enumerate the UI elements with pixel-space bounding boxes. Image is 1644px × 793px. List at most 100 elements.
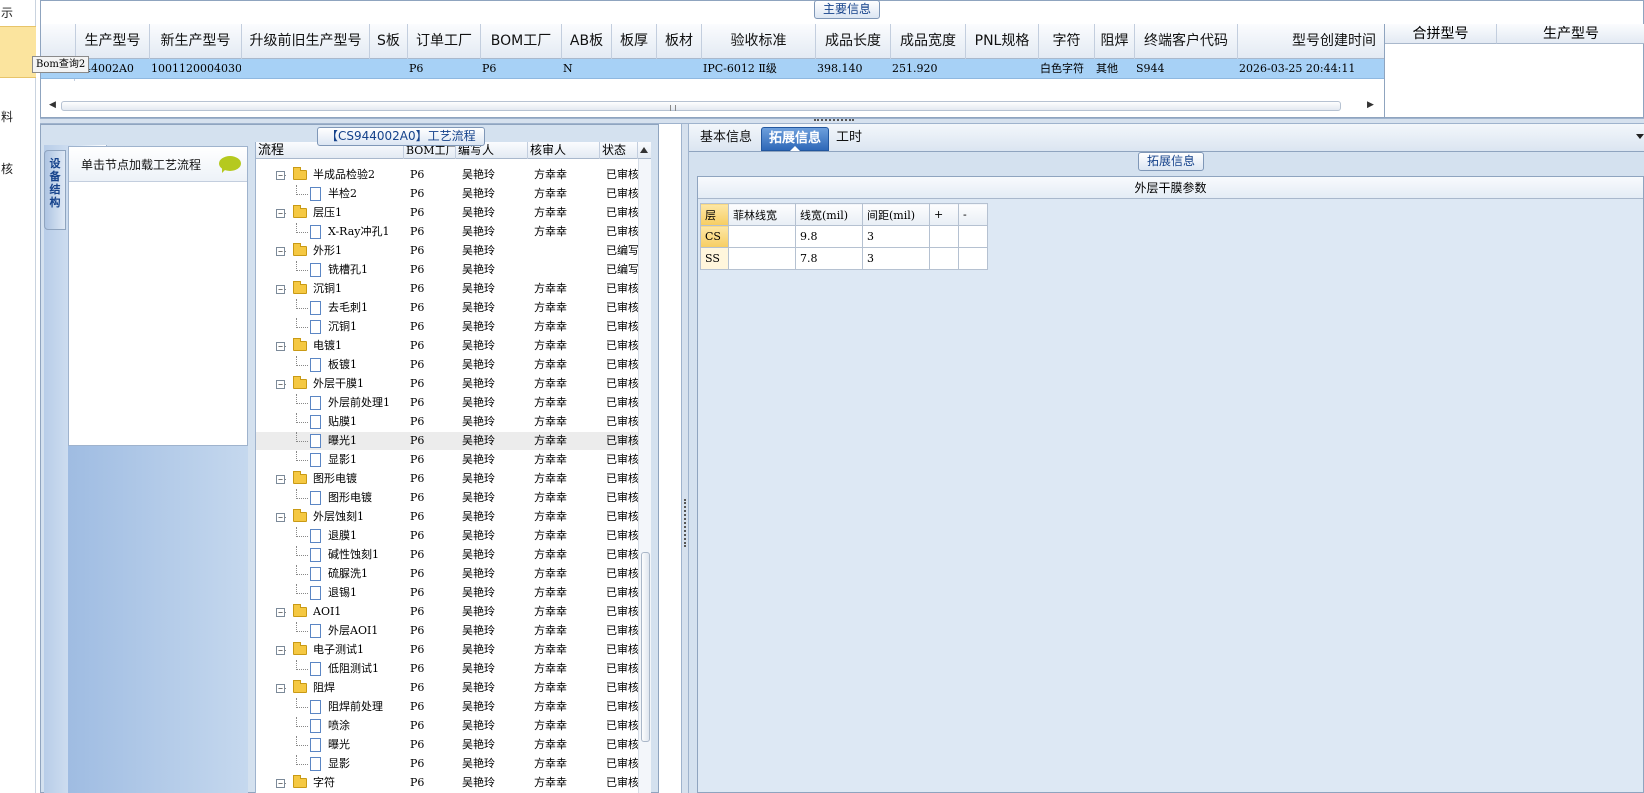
tree-folder-row[interactable]: − AOI1 P6 吴艳玲 方幸幸 已审核 [256, 603, 638, 621]
main-grid-row[interactable]: 944002A0 10011200040301 P6 P6 N IPC-6012… [41, 59, 1384, 79]
param-cell[interactable] [929, 225, 959, 248]
collapse-toggle-icon[interactable]: − [276, 513, 285, 522]
tree-col-header[interactable]: 状态 [600, 142, 638, 159]
param-cell[interactable] [728, 225, 796, 248]
param-col-header[interactable]: 层 [700, 203, 729, 226]
tree-step-row[interactable]: 退膜1 P6 吴艳玲 方幸幸 已审核 [256, 527, 638, 545]
collapse-toggle-icon[interactable]: − [276, 247, 285, 256]
tree-step-row[interactable]: 碱性蚀刻1 P6 吴艳玲 方幸幸 已审核 [256, 546, 638, 564]
col-header[interactable]: 字符 [1038, 24, 1094, 59]
scroll-thumb[interactable] [641, 552, 650, 742]
param-col-header[interactable]: 线宽(mil) [795, 203, 863, 226]
tree-step-row[interactable]: 外层前处理1 P6 吴艳玲 方幸幸 已审核 [256, 394, 638, 412]
tree-step-row[interactable]: 图形电镀 P6 吴艳玲 方幸幸 已审核 [256, 489, 638, 507]
tree-step-row[interactable]: 曝光 P6 吴艳玲 方幸幸 已审核 [256, 736, 638, 754]
nav-item-3[interactable]: 核 [0, 160, 36, 177]
tab-menu-icon[interactable] [1636, 134, 1644, 139]
collapse-toggle-icon[interactable]: − [276, 608, 285, 617]
col-header[interactable]: 验收标准 [701, 24, 815, 59]
col-header[interactable]: 订单工厂 [407, 24, 480, 59]
tree-step-row[interactable]: 曝光1 P6 吴艳玲 方幸幸 已审核 [256, 432, 638, 450]
tree-step-row[interactable]: 半检2 P6 吴艳玲 方幸幸 已审核 [256, 185, 638, 203]
param-cell[interactable] [728, 247, 796, 270]
col-header[interactable]: 成品长度 [815, 24, 890, 59]
tree-step-row[interactable]: 板镀1 P6 吴艳玲 方幸幸 已审核 [256, 356, 638, 374]
tree-step-row[interactable]: 显影 P6 吴艳玲 方幸幸 已审核 [256, 755, 638, 773]
nav-item-selected[interactable] [0, 26, 36, 78]
param-cell[interactable] [958, 247, 988, 270]
tree-folder-row[interactable]: − 图形电镀 P6 吴艳玲 方幸幸 已审核 [256, 470, 638, 488]
sort-up-icon[interactable] [640, 147, 648, 153]
merge-col-header[interactable]: 生产型号 [1497, 24, 1644, 44]
collapse-toggle-icon[interactable]: − [276, 285, 285, 294]
col-header[interactable]: 板材 [656, 24, 701, 59]
main-grid-hscrollbar[interactable]: ◀ ▶ [45, 99, 1380, 112]
tree-step-row[interactable]: 退锡1 P6 吴艳玲 方幸幸 已审核 [256, 584, 638, 602]
tree-vscrollbar[interactable] [638, 159, 651, 793]
tab-basic-info[interactable]: 基本信息 [693, 127, 759, 151]
tab-work-hours[interactable]: 工时 [829, 127, 869, 151]
tree-step-row[interactable]: 显影1 P6 吴艳玲 方幸幸 已审核 [256, 451, 638, 469]
param-cell[interactable]: 3 [862, 247, 930, 270]
param-cell[interactable]: 9.8 [795, 225, 863, 248]
tree-folder-row[interactable]: − 层压1 P6 吴艳玲 方幸幸 已审核 [256, 204, 638, 222]
collapse-toggle-icon[interactable]: − [276, 684, 285, 693]
col-header[interactable]: 新生产型号 [149, 24, 241, 59]
param-cell[interactable]: 3 [862, 225, 930, 248]
tree-step-row[interactable]: 阻焊前处理 P6 吴艳玲 方幸幸 已审核 [256, 698, 638, 716]
col-header[interactable]: PNL规格 [965, 24, 1038, 59]
tree-folder-row[interactable]: − 电子测试1 P6 吴艳玲 方幸幸 已审核 [256, 641, 638, 659]
add-row-button[interactable]: + [929, 203, 959, 226]
scroll-thumb[interactable] [61, 101, 1341, 111]
scroll-left-icon[interactable]: ◀ [49, 99, 56, 112]
vertical-splitter[interactable] [681, 124, 689, 793]
param-col-header[interactable]: 菲林线宽 [728, 203, 796, 226]
tree-step-row[interactable]: 沉铜1 P6 吴艳玲 方幸幸 已审核 [256, 318, 638, 336]
col-header[interactable]: S板 [369, 24, 407, 59]
tree-step-row[interactable]: 低阻测试1 P6 吴艳玲 方幸幸 已审核 [256, 660, 638, 678]
tree-step-row[interactable]: 贴膜1 P6 吴艳玲 方幸幸 已审核 [256, 413, 638, 431]
collapse-toggle-icon[interactable]: − [276, 646, 285, 655]
nav-item-1[interactable]: 示 [0, 4, 36, 21]
param-cell[interactable] [929, 247, 959, 270]
tree-step-row[interactable]: X-Ray冲孔1 P6 吴艳玲 方幸幸 已审核 [256, 223, 638, 241]
tree-step-row[interactable]: 铣槽孔1 P6 吴艳玲 已编写 [256, 261, 638, 279]
tree-folder-row[interactable]: − 沉铜1 P6 吴艳玲 方幸幸 已审核 [256, 280, 638, 298]
col-header[interactable]: 生产型号 [75, 24, 149, 59]
tree-step-row[interactable]: 喷涂 P6 吴艳玲 方幸幸 已审核 [256, 717, 638, 735]
merge-col-header[interactable]: 合拼型号 [1385, 24, 1497, 44]
col-header[interactable]: 板厚 [611, 24, 656, 59]
vtab-device-structure[interactable]: 设备结构 [44, 150, 66, 230]
collapse-toggle-icon[interactable]: − [276, 171, 285, 180]
col-header[interactable]: BOM工厂 [480, 24, 561, 59]
tree-folder-row[interactable]: − 字符 P6 吴艳玲 方幸幸 已审核 [256, 774, 638, 792]
param-row[interactable]: CS 9.8 3 [700, 225, 988, 248]
tree-folder-row[interactable]: − 外层干膜1 P6 吴艳玲 方幸幸 已审核 [256, 375, 638, 393]
col-header[interactable]: 升级前旧生产型号 [241, 24, 369, 59]
param-cell[interactable]: SS [700, 247, 729, 270]
param-cell[interactable]: CS [700, 225, 729, 248]
collapse-toggle-icon[interactable]: − [276, 342, 285, 351]
collapse-toggle-icon[interactable]: − [276, 779, 285, 788]
collapse-toggle-icon[interactable]: − [276, 380, 285, 389]
scroll-right-icon[interactable]: ▶ [1367, 99, 1374, 112]
tree-folder-row[interactable]: − 电镀1 P6 吴艳玲 方幸幸 已审核 [256, 337, 638, 355]
collapse-toggle-icon[interactable]: − [276, 475, 285, 484]
tree-step-row[interactable]: 硫脲洗1 P6 吴艳玲 方幸幸 已审核 [256, 565, 638, 583]
col-header[interactable]: 成品宽度 [890, 24, 965, 59]
param-cell[interactable] [958, 225, 988, 248]
param-cell[interactable]: 7.8 [795, 247, 863, 270]
tree-folder-row[interactable]: − 外层蚀刻1 P6 吴艳玲 方幸幸 已审核 [256, 508, 638, 526]
remove-row-button[interactable]: - [958, 203, 988, 226]
tree-col-header[interactable]: 核审人 [528, 142, 600, 159]
param-row[interactable]: SS 7.8 3 [700, 247, 988, 270]
tab-extended-info[interactable]: 拓展信息 [761, 127, 830, 151]
param-col-header[interactable]: 间距(mil) [862, 203, 930, 226]
col-header[interactable]: AB板 [561, 24, 611, 59]
col-header[interactable]: 终端客户代码 [1134, 24, 1237, 59]
tree-step-row[interactable]: 外层AOI1 P6 吴艳玲 方幸幸 已审核 [256, 622, 638, 640]
tree-step-row[interactable]: 去毛刺1 P6 吴艳玲 方幸幸 已审核 [256, 299, 638, 317]
nav-item-2[interactable]: 料 [0, 108, 36, 125]
tree-folder-row[interactable]: − 阻焊 P6 吴艳玲 方幸幸 已审核 [256, 679, 638, 697]
col-header[interactable]: 型号创建时间 [1237, 24, 1384, 59]
